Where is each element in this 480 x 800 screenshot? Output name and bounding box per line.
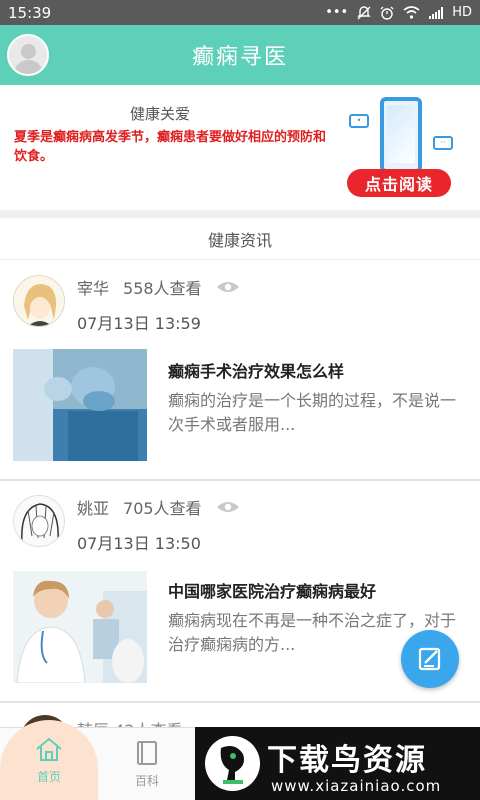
view-count: 558人查看 xyxy=(123,279,202,298)
author-name: 姚亚 xyxy=(77,499,110,518)
anime-portrait-icon xyxy=(14,276,64,326)
app-title: 癫痫寻医 xyxy=(191,45,288,70)
nav-encyclopedia[interactable]: 百科 xyxy=(118,734,176,794)
view-count: 705人查看 xyxy=(123,499,202,518)
section-title: 健康资讯 xyxy=(0,218,480,260)
banner-text: 夏季是癫痫病高发季节，癫痫患者要做好相应的预防和饮食。 xyxy=(14,130,327,164)
status-icons: ••• HD xyxy=(325,5,472,20)
feed-item[interactable]: 宰华 558人查看 07月13日 13:59 癫痫手术治疗效果怎么样 癫痫的治疗… xyxy=(0,261,480,479)
author-avatar[interactable] xyxy=(13,275,65,327)
user-avatar[interactable] xyxy=(7,34,49,76)
author-avatar[interactable] xyxy=(13,495,65,547)
book-icon xyxy=(137,740,157,765)
health-banner[interactable]: 健康关爱 夏季是癫痫病高发季节，癫痫患者要做好相应的预防和饮食。 • ·· 点击… xyxy=(0,85,480,210)
article-thumbnail[interactable] xyxy=(13,571,147,683)
phone-illustration-icon xyxy=(380,97,422,173)
surgery-image xyxy=(13,349,147,461)
read-now-button[interactable]: 点击阅读 xyxy=(347,169,451,197)
article-summary: 癫痫的治疗是一个长期的过程，不是说一次手术或者服用... xyxy=(168,391,457,434)
network-label: HD xyxy=(452,5,472,20)
post-time: 07月13日 13:59 xyxy=(77,314,201,333)
home-icon xyxy=(36,737,62,761)
article-thumbnail[interactable] xyxy=(13,349,147,461)
watermark: 下载鸟资源 www.xiazainiao.com xyxy=(195,727,480,800)
edit-icon xyxy=(418,647,441,671)
nav-home[interactable]: 首页 xyxy=(0,720,98,800)
alarm-icon xyxy=(380,6,394,20)
item-divider xyxy=(0,701,480,703)
notification-dots-icon: ••• xyxy=(325,5,349,20)
status-time: 15:39 xyxy=(8,3,52,22)
doctor-image xyxy=(13,571,147,683)
compose-button[interactable] xyxy=(401,630,459,688)
watermark-title: 下载鸟资源 xyxy=(267,743,427,778)
status-bar: 15:39 ••• HD xyxy=(0,0,480,25)
author-name: 宰华 xyxy=(77,279,110,298)
wifi-icon xyxy=(403,6,420,19)
banner-caption: 健康关爱 xyxy=(130,105,191,123)
app-header: 癫痫寻医 xyxy=(0,25,480,85)
eye-icon xyxy=(216,282,239,292)
watermark-url: www.xiazainiao.com xyxy=(271,777,442,795)
section-divider xyxy=(0,210,480,218)
eye-icon xyxy=(216,502,239,512)
chat-bubble-icon: ·· xyxy=(433,136,453,150)
sketch-portrait-icon xyxy=(14,496,64,546)
chat-bubble-icon: • xyxy=(349,114,369,128)
mute-icon xyxy=(357,5,371,19)
signal-icon xyxy=(429,6,444,19)
nav-encyclopedia-label: 百科 xyxy=(134,773,159,788)
post-time: 07月13日 13:50 xyxy=(77,534,201,553)
avatar-placeholder-icon xyxy=(21,44,36,59)
article-title: 癫痫手术治疗效果怎么样 xyxy=(168,362,345,381)
nav-home-label: 首页 xyxy=(36,770,61,784)
bird-logo-icon xyxy=(205,736,260,791)
article-title: 中国哪家医院治疗癫痫病最好 xyxy=(168,582,377,601)
